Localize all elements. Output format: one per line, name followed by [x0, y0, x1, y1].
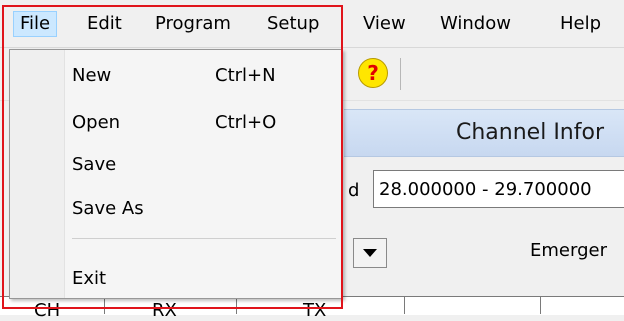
menu-item-save[interactable]: Save: [72, 153, 334, 177]
frequency-value: 28.000000 - 29.700000: [379, 179, 592, 200]
help-icon[interactable]: ?: [358, 58, 388, 88]
grid-header-rx[interactable]: RX: [152, 300, 177, 321]
menu-help[interactable]: Help: [554, 12, 607, 36]
menu-item-label: Save: [72, 154, 117, 175]
menu-view[interactable]: View: [357, 12, 412, 36]
frequency-label: d: [348, 180, 360, 201]
menu-program[interactable]: Program: [149, 12, 237, 36]
menu-window[interactable]: Window: [434, 12, 517, 36]
menu-item-save-as[interactable]: Save As: [72, 197, 334, 221]
chevron-down-icon: [363, 249, 377, 257]
menu-item-label: Save As: [72, 198, 144, 219]
menu-file[interactable]: File: [13, 11, 58, 37]
emergency-label: Emerger: [530, 240, 607, 261]
file-menu-dropdown: New Ctrl+N Open Ctrl+O Save Save As Exit: [9, 49, 343, 299]
menu-item-exit[interactable]: Exit: [72, 267, 334, 291]
frequency-field[interactable]: 28.000000 - 29.700000: [373, 170, 624, 208]
menu-separator: [72, 238, 336, 239]
channel-info-header: Channel Infor: [344, 109, 624, 157]
grid-header-tx[interactable]: TX: [303, 300, 326, 321]
grid-divider: [540, 296, 541, 314]
menu-item-label: New: [72, 65, 112, 86]
toolbar-separator: [400, 58, 401, 90]
menu-icon-gutter: [10, 50, 65, 298]
menu-bar: File Edit Program Setup View Window Help: [0, 0, 624, 48]
question-mark-glyph: ?: [367, 61, 379, 85]
menu-item-shortcut: Ctrl+N: [215, 65, 276, 86]
menu-item-open[interactable]: Open Ctrl+O: [72, 111, 334, 135]
menu-item-label: Open: [72, 112, 121, 133]
grid-divider: [404, 296, 405, 314]
menu-item-label: Exit: [72, 268, 107, 289]
grid-header-ch[interactable]: CH: [34, 300, 60, 321]
menu-item-new[interactable]: New Ctrl+N: [72, 64, 334, 88]
channel-info-title: Channel Infor: [456, 120, 604, 145]
menu-setup[interactable]: Setup: [261, 12, 325, 36]
menu-item-shortcut: Ctrl+O: [215, 112, 277, 133]
dropdown-button[interactable]: [353, 238, 387, 268]
menu-edit[interactable]: Edit: [81, 12, 128, 36]
